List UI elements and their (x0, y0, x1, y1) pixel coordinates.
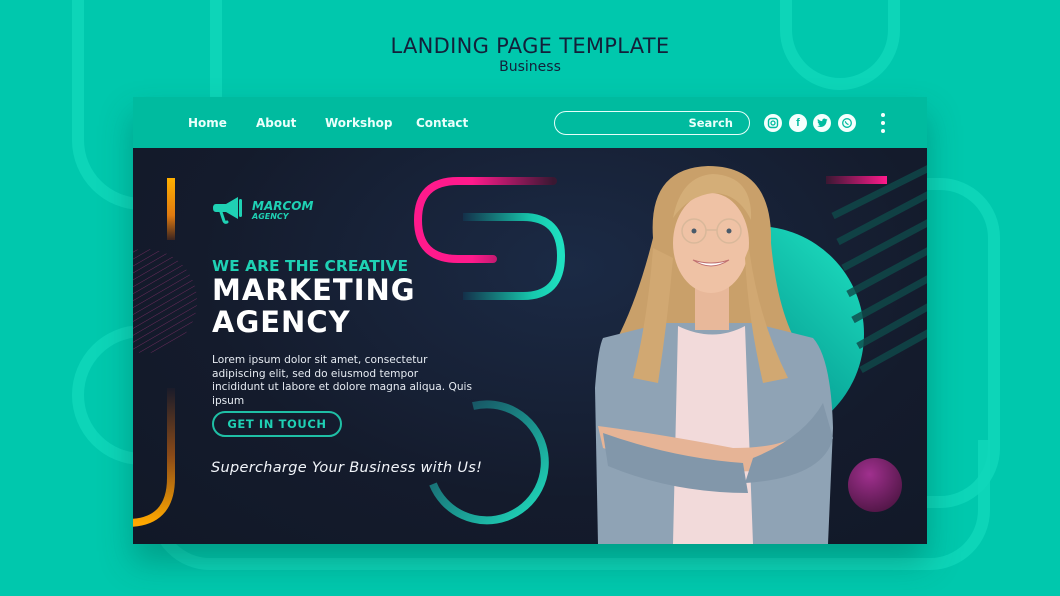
orange-bar-shape (167, 178, 175, 240)
search-button[interactable]: Search (688, 116, 733, 130)
facebook-icon[interactable]: f (789, 114, 807, 132)
hero-tagline: Supercharge Your Business with Us! (211, 460, 483, 476)
nav-workshop[interactable]: Workshop (325, 116, 392, 130)
hero-portrait-image (595, 166, 833, 544)
search-input[interactable]: Search (554, 111, 750, 135)
page-title: LANDING PAGE TEMPLATE (390, 34, 670, 58)
nav-contact[interactable]: Contact (416, 116, 468, 130)
nav-about[interactable]: About (256, 116, 296, 130)
page-subtitle: Business (499, 59, 561, 75)
brand-sub: AGENCY (252, 211, 289, 221)
brand-name: MARCOM (252, 198, 314, 213)
hero-headline-line1: MARKETING (212, 273, 416, 307)
get-in-touch-button[interactable]: GET IN TOUCH (212, 411, 342, 437)
pink-bar-shape (826, 176, 887, 184)
landing-page-mockup: Home About Workshop Contact Search f MAR… (133, 97, 927, 544)
whatsapp-icon[interactable] (838, 114, 856, 132)
hero-section: MARCOM AGENCY WE ARE THE CREATIVE MARKET… (133, 148, 927, 544)
hatched-circle-shape (133, 249, 197, 353)
megaphone-icon (213, 197, 242, 224)
kebab-menu-icon[interactable] (879, 113, 887, 133)
nav-home[interactable]: Home (188, 116, 227, 130)
purple-sphere-shape (848, 458, 902, 512)
hero-description: Lorem ipsum dolor sit amet, consectetur … (212, 354, 472, 407)
brand-logo: MARCOM AGENCY (212, 195, 313, 225)
instagram-icon[interactable] (764, 114, 782, 132)
hero-headline-line2: AGENCY (212, 305, 351, 339)
twitter-icon[interactable] (813, 114, 831, 132)
navbar: Home About Workshop Contact Search f (133, 97, 927, 148)
orange-curve-shape (133, 388, 175, 527)
